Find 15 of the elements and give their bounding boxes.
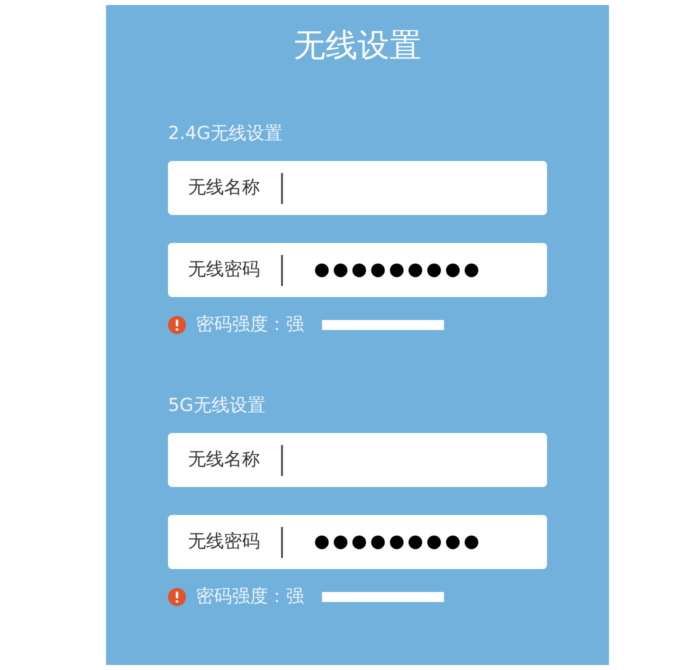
page-title: 无线设置 bbox=[294, 25, 422, 65]
field-label: 无线名称 bbox=[188, 176, 261, 200]
password-value: ●●●●●●●●● bbox=[314, 259, 482, 281]
section-heading: 2.4G无线设置 bbox=[168, 123, 284, 145]
password-input-field[interactable]: ●●●●●●●●● bbox=[283, 243, 547, 297]
field-label: 无线名称 bbox=[188, 448, 261, 472]
password-input-field[interactable]: ●●●●●●●●● bbox=[283, 515, 547, 569]
password-strength-label: 密码强度：强 bbox=[196, 587, 304, 607]
password-value: ●●●●●●●●● bbox=[314, 531, 482, 553]
alert-icon bbox=[168, 588, 186, 606]
alert-icon bbox=[168, 316, 186, 334]
field-label: 无线密码 bbox=[188, 530, 261, 554]
password-strength-label: 密码强度：强 bbox=[196, 315, 304, 335]
field-label: 无线密码 bbox=[188, 258, 261, 282]
section-heading: 5G无线设置 bbox=[168, 395, 266, 417]
